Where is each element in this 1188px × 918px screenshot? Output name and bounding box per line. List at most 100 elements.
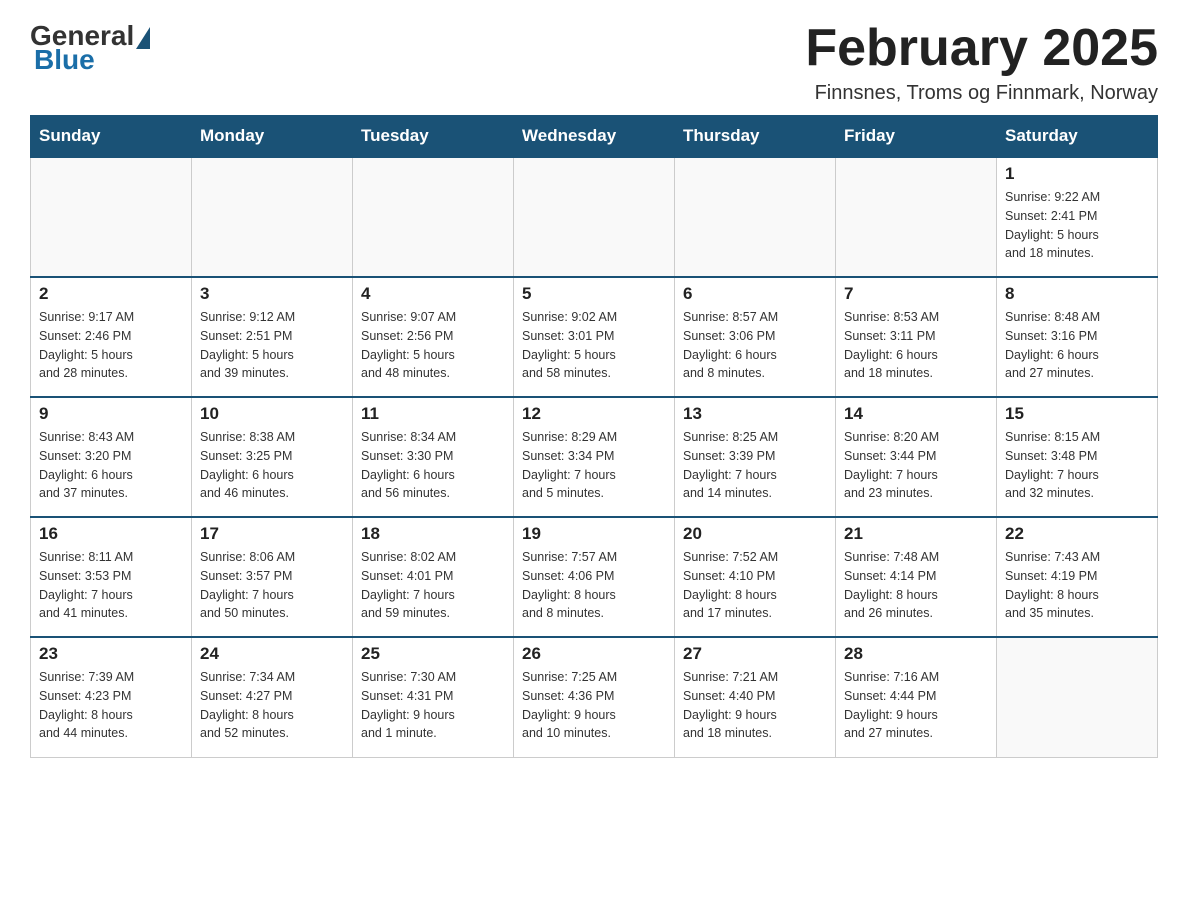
- day-number: 23: [39, 644, 183, 664]
- day-info: Sunrise: 7:25 AMSunset: 4:36 PMDaylight:…: [522, 668, 666, 743]
- calendar-day-cell: [675, 157, 836, 277]
- calendar-day-cell: 18 Sunrise: 8:02 AMSunset: 4:01 PMDayligh…: [353, 517, 514, 637]
- calendar-day-cell: 13 Sunrise: 8:25 AMSunset: 3:39 PMDayligh…: [675, 397, 836, 517]
- calendar-day-cell: 9 Sunrise: 8:43 AMSunset: 3:20 PMDaylight…: [31, 397, 192, 517]
- calendar-day-cell: 8 Sunrise: 8:48 AMSunset: 3:16 PMDaylight…: [997, 277, 1158, 397]
- calendar-day-cell: 4 Sunrise: 9:07 AMSunset: 2:56 PMDaylight…: [353, 277, 514, 397]
- calendar-day-cell: 19 Sunrise: 7:57 AMSunset: 4:06 PMDayligh…: [514, 517, 675, 637]
- day-number: 28: [844, 644, 988, 664]
- calendar-table: Sunday Monday Tuesday Wednesday Thursday…: [30, 115, 1158, 758]
- day-number: 19: [522, 524, 666, 544]
- day-info: Sunrise: 7:34 AMSunset: 4:27 PMDaylight:…: [200, 668, 344, 743]
- col-sunday: Sunday: [31, 116, 192, 158]
- day-info: Sunrise: 7:30 AMSunset: 4:31 PMDaylight:…: [361, 668, 505, 743]
- day-info: Sunrise: 8:53 AMSunset: 3:11 PMDaylight:…: [844, 308, 988, 383]
- col-wednesday: Wednesday: [514, 116, 675, 158]
- day-number: 10: [200, 404, 344, 424]
- day-number: 17: [200, 524, 344, 544]
- logo-triangle-icon: [136, 27, 150, 49]
- calendar-title: February 2025: [805, 20, 1158, 77]
- calendar-day-cell: 14 Sunrise: 8:20 AMSunset: 3:44 PMDayligh…: [836, 397, 997, 517]
- day-number: 15: [1005, 404, 1149, 424]
- day-number: 16: [39, 524, 183, 544]
- day-number: 21: [844, 524, 988, 544]
- day-number: 8: [1005, 284, 1149, 304]
- calendar-day-cell: 17 Sunrise: 8:06 AMSunset: 3:57 PMDayligh…: [192, 517, 353, 637]
- day-info: Sunrise: 9:02 AMSunset: 3:01 PMDaylight:…: [522, 308, 666, 383]
- calendar-week-row: 16 Sunrise: 8:11 AMSunset: 3:53 PMDayligh…: [31, 517, 1158, 637]
- day-info: Sunrise: 8:34 AMSunset: 3:30 PMDaylight:…: [361, 428, 505, 503]
- calendar-day-cell: 24 Sunrise: 7:34 AMSunset: 4:27 PMDayligh…: [192, 637, 353, 757]
- calendar-week-row: 9 Sunrise: 8:43 AMSunset: 3:20 PMDaylight…: [31, 397, 1158, 517]
- day-number: 18: [361, 524, 505, 544]
- calendar-day-cell: 25Sunrise: 7:30 AMSunset: 4:31 PMDayligh…: [353, 637, 514, 757]
- calendar-day-cell: 3 Sunrise: 9:12 AMSunset: 2:51 PMDaylight…: [192, 277, 353, 397]
- day-info: Sunrise: 8:20 AMSunset: 3:44 PMDaylight:…: [844, 428, 988, 503]
- col-thursday: Thursday: [675, 116, 836, 158]
- day-info: Sunrise: 9:17 AMSunset: 2:46 PMDaylight:…: [39, 308, 183, 383]
- day-info: Sunrise: 7:39 AMSunset: 4:23 PMDaylight:…: [39, 668, 183, 743]
- day-number: 26: [522, 644, 666, 664]
- day-number: 13: [683, 404, 827, 424]
- logo: General Blue: [30, 20, 152, 76]
- day-number: 6: [683, 284, 827, 304]
- day-info: Sunrise: 9:12 AMSunset: 2:51 PMDaylight:…: [200, 308, 344, 383]
- day-info: Sunrise: 9:07 AMSunset: 2:56 PMDaylight:…: [361, 308, 505, 383]
- day-number: 9: [39, 404, 183, 424]
- calendar-day-cell: 23 Sunrise: 7:39 AMSunset: 4:23 PMDayligh…: [31, 637, 192, 757]
- day-number: 20: [683, 524, 827, 544]
- day-number: 3: [200, 284, 344, 304]
- calendar-day-cell: 11 Sunrise: 8:34 AMSunset: 3:30 PMDayligh…: [353, 397, 514, 517]
- calendar-header-row: Sunday Monday Tuesday Wednesday Thursday…: [31, 116, 1158, 158]
- day-number: 1: [1005, 164, 1149, 184]
- calendar-day-cell: 26 Sunrise: 7:25 AMSunset: 4:36 PMDayligh…: [514, 637, 675, 757]
- day-number: 14: [844, 404, 988, 424]
- title-section: February 2025 Finnsnes, Troms og Finnmar…: [805, 20, 1158, 105]
- day-number: 12: [522, 404, 666, 424]
- day-info: Sunrise: 8:38 AMSunset: 3:25 PMDaylight:…: [200, 428, 344, 503]
- day-info: Sunrise: 8:43 AMSunset: 3:20 PMDaylight:…: [39, 428, 183, 503]
- day-info: Sunrise: 7:43 AMSunset: 4:19 PMDaylight:…: [1005, 548, 1149, 623]
- day-info: Sunrise: 8:25 AMSunset: 3:39 PMDaylight:…: [683, 428, 827, 503]
- day-number: 4: [361, 284, 505, 304]
- day-number: 5: [522, 284, 666, 304]
- calendar-week-row: 2 Sunrise: 9:17 AMSunset: 2:46 PMDaylight…: [31, 277, 1158, 397]
- calendar-day-cell: 5 Sunrise: 9:02 AMSunset: 3:01 PMDaylight…: [514, 277, 675, 397]
- day-info: Sunrise: 9:22 AMSunset: 2:41 PMDaylight:…: [1005, 188, 1149, 263]
- calendar-day-cell: 27 Sunrise: 7:21 AMSunset: 4:40 PMDayligh…: [675, 637, 836, 757]
- col-saturday: Saturday: [997, 116, 1158, 158]
- day-info: Sunrise: 7:48 AMSunset: 4:14 PMDaylight:…: [844, 548, 988, 623]
- calendar-day-cell: 7 Sunrise: 8:53 AMSunset: 3:11 PMDaylight…: [836, 277, 997, 397]
- day-number: 2: [39, 284, 183, 304]
- day-info: Sunrise: 7:57 AMSunset: 4:06 PMDaylight:…: [522, 548, 666, 623]
- day-info: Sunrise: 8:06 AMSunset: 3:57 PMDaylight:…: [200, 548, 344, 623]
- calendar-day-cell: 21 Sunrise: 7:48 AMSunset: 4:14 PMDayligh…: [836, 517, 997, 637]
- day-info: Sunrise: 8:29 AMSunset: 3:34 PMDaylight:…: [522, 428, 666, 503]
- day-info: Sunrise: 8:11 AMSunset: 3:53 PMDaylight:…: [39, 548, 183, 623]
- day-number: 11: [361, 404, 505, 424]
- calendar-day-cell: 20Sunrise: 7:52 AMSunset: 4:10 PMDayligh…: [675, 517, 836, 637]
- day-number: 27: [683, 644, 827, 664]
- calendar-day-cell: 1 Sunrise: 9:22 AMSunset: 2:41 PMDaylight…: [997, 157, 1158, 277]
- page-header: General Blue February 2025 Finnsnes, Tro…: [30, 20, 1158, 105]
- col-friday: Friday: [836, 116, 997, 158]
- calendar-day-cell: [31, 157, 192, 277]
- day-info: Sunrise: 7:21 AMSunset: 4:40 PMDaylight:…: [683, 668, 827, 743]
- calendar-day-cell: 10 Sunrise: 8:38 AMSunset: 3:25 PMDayligh…: [192, 397, 353, 517]
- day-info: Sunrise: 8:57 AMSunset: 3:06 PMDaylight:…: [683, 308, 827, 383]
- day-info: Sunrise: 7:16 AMSunset: 4:44 PMDaylight:…: [844, 668, 988, 743]
- day-number: 24: [200, 644, 344, 664]
- calendar-day-cell: 28 Sunrise: 7:16 AMSunset: 4:44 PMDayligh…: [836, 637, 997, 757]
- day-info: Sunrise: 8:15 AMSunset: 3:48 PMDaylight:…: [1005, 428, 1149, 503]
- col-tuesday: Tuesday: [353, 116, 514, 158]
- day-number: 7: [844, 284, 988, 304]
- calendar-day-cell: 15 Sunrise: 8:15 AMSunset: 3:48 PMDayligh…: [997, 397, 1158, 517]
- calendar-day-cell: [192, 157, 353, 277]
- calendar-week-row: 23 Sunrise: 7:39 AMSunset: 4:23 PMDayligh…: [31, 637, 1158, 757]
- location-text: Finnsnes, Troms og Finnmark, Norway: [805, 82, 1158, 105]
- day-info: Sunrise: 8:02 AMSunset: 4:01 PMDaylight:…: [361, 548, 505, 623]
- day-info: Sunrise: 8:48 AMSunset: 3:16 PMDaylight:…: [1005, 308, 1149, 383]
- calendar-day-cell: [997, 637, 1158, 757]
- calendar-day-cell: [836, 157, 997, 277]
- day-number: 22: [1005, 524, 1149, 544]
